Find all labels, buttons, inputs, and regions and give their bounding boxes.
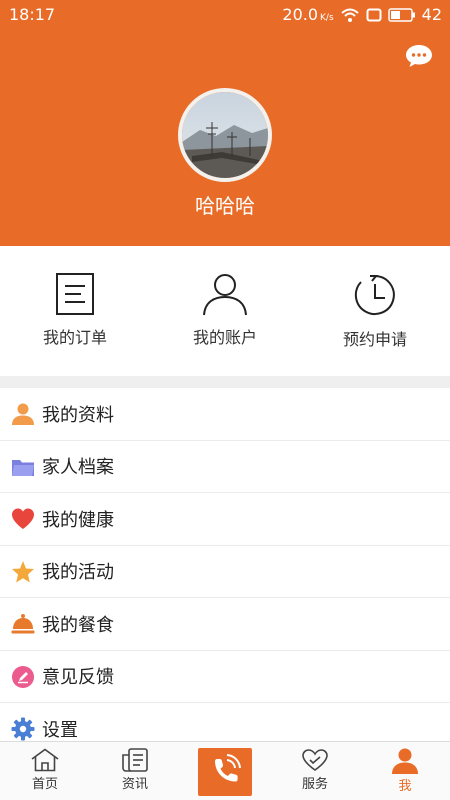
profile-menu: 我的资料 家人档案 我的健康 我的活动 我的餐食 意见反馈 设置 [0, 388, 450, 756]
status-time: 18:17 [9, 5, 56, 24]
home-icon [31, 748, 59, 772]
menu-label: 我的餐食 [42, 614, 114, 636]
menu-label: 设置 [42, 719, 78, 741]
menu-label: 我的健康 [42, 509, 114, 531]
heart-icon [12, 508, 34, 529]
menu-item-feedback[interactable]: 意见反馈 [0, 651, 450, 703]
menu-item-family-records[interactable]: 家人档案 [0, 441, 450, 493]
menu-item-my-meals[interactable]: 我的餐食 [0, 598, 450, 651]
status-bar: 18:17 20.0 K/s 42 [0, 0, 450, 30]
bottom-tab-bar: 首页 资讯 服务 我 [0, 741, 450, 800]
tab-news[interactable]: 资讯 [90, 742, 180, 800]
message-icon[interactable] [404, 42, 434, 70]
avatar-photo [182, 92, 268, 178]
profile-header: 18:17 20.0 K/s 42 哈哈哈 [0, 0, 450, 246]
person-icon [12, 403, 34, 425]
menu-item-my-profile[interactable]: 我的资料 [0, 388, 450, 441]
tab-home-label: 首页 [31, 777, 58, 792]
my-orders-button[interactable]: 我的订单 [0, 272, 150, 348]
screen-rotate-icon [366, 8, 382, 21]
appointment-label: 预约申请 [342, 330, 407, 349]
network-speed-unit: K/s [320, 13, 334, 23]
network-speed: 20.0 K/s [282, 5, 333, 24]
my-account-label: 我的账户 [192, 328, 257, 347]
menu-item-my-activities[interactable]: 我的活动 [0, 546, 450, 598]
user-account-icon [203, 274, 247, 316]
news-icon [122, 748, 148, 772]
menu-label: 意见反馈 [42, 667, 114, 689]
tab-services-label: 服务 [301, 777, 328, 792]
section-divider [0, 376, 450, 388]
tab-home[interactable]: 首页 [0, 742, 90, 800]
username: 哈哈哈 [195, 194, 255, 218]
dish-cover-icon [11, 614, 35, 634]
folder-icon [12, 459, 34, 476]
pencil-icon [12, 665, 34, 688]
battery-level: 42 [421, 5, 442, 24]
status-icons: 20.0 K/s 42 [282, 5, 442, 24]
menu-label: 家人档案 [42, 457, 114, 479]
heart-hands-icon [302, 749, 328, 771]
my-account-button[interactable]: 我的账户 [150, 272, 300, 348]
clock-refresh-icon [354, 275, 395, 315]
gear-icon [11, 717, 35, 741]
call-button[interactable] [198, 748, 252, 796]
tab-news-label: 资讯 [121, 777, 148, 792]
network-speed-value: 20.0 [282, 5, 319, 24]
avatar[interactable] [178, 88, 272, 182]
tab-services[interactable]: 服务 [270, 742, 360, 800]
order-list-icon [56, 273, 94, 315]
tab-me[interactable]: 我 [360, 742, 450, 800]
tab-me-label: 我 [398, 779, 412, 794]
my-orders-label: 我的订单 [42, 328, 107, 347]
appointment-button[interactable]: 预约申请 [300, 272, 450, 350]
wifi-icon [340, 8, 359, 22]
me-icon [392, 748, 418, 774]
menu-label: 我的资料 [42, 404, 114, 426]
battery-icon [387, 7, 415, 22]
star-icon [12, 560, 34, 582]
quick-actions: 我的订单 我的账户 预约申请 [0, 246, 450, 376]
menu-item-my-health[interactable]: 我的健康 [0, 493, 450, 546]
phone-icon [215, 754, 241, 782]
menu-label: 我的活动 [42, 562, 114, 584]
